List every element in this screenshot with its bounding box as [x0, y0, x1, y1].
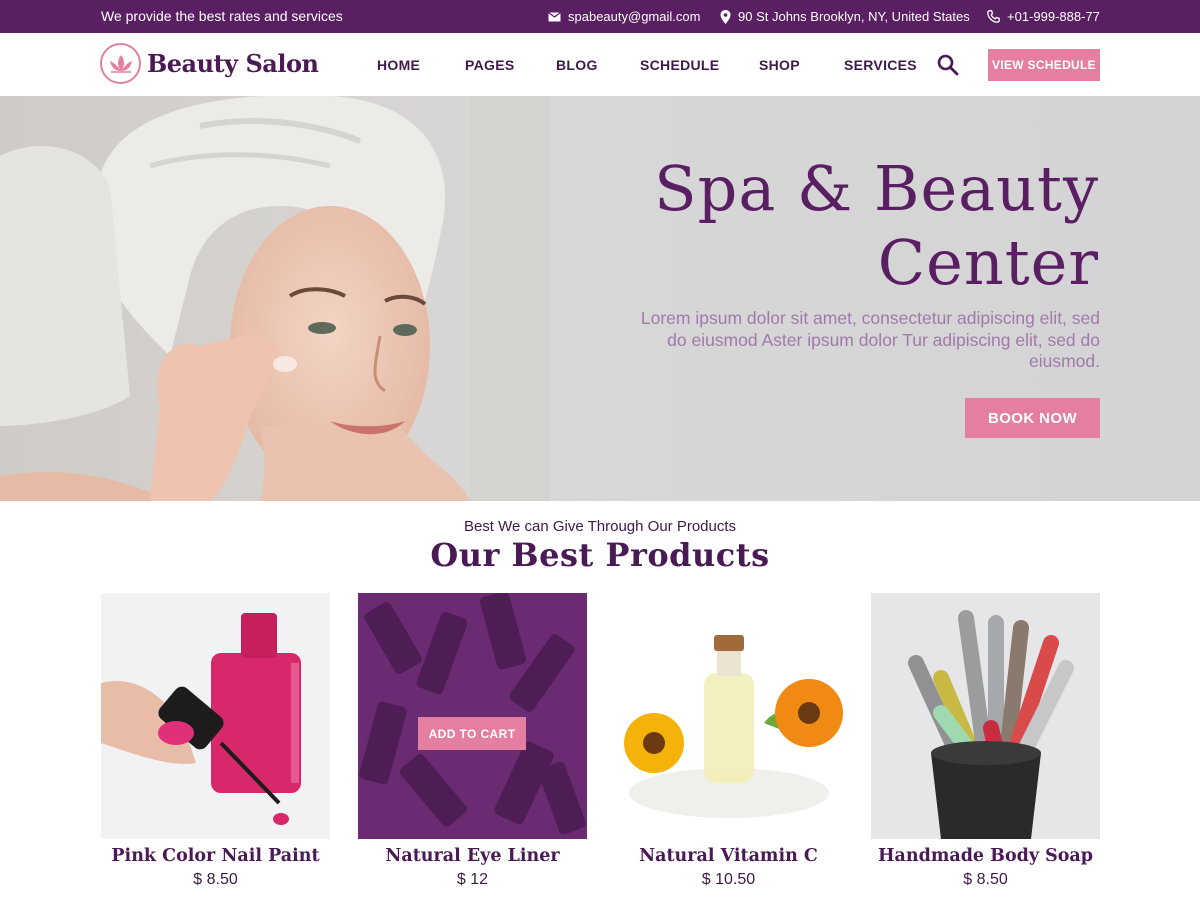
email-contact[interactable]: spabeauty@gmail.com [548, 9, 700, 24]
address-contact: 90 St Johns Brooklyn, NY, United States [720, 9, 970, 24]
nav-services[interactable]: SERVICES [844, 57, 917, 73]
product-name[interactable]: Handmade Body Soap [871, 846, 1100, 866]
product-card[interactable]: Pink Color Nail Paint $ 8.50 [101, 593, 330, 889]
product-name[interactable]: Natural Eye Liner [358, 846, 587, 866]
product-price: $ 10.50 [701, 871, 756, 888]
product-price: $ 8.50 [193, 871, 238, 888]
site-logo[interactable]: Beauty Salon [100, 43, 319, 84]
phone-text[interactable]: +01-999-888-77 [1007, 9, 1100, 24]
nav-pages[interactable]: PAGES [465, 57, 514, 73]
hero-title: Spa & Beauty Center [654, 152, 1099, 299]
main-header: Beauty Salon HOME PAGES BLOG SCHEDULE SH… [0, 33, 1200, 96]
nav-blog[interactable]: BLOG [556, 57, 598, 73]
mail-icon [548, 11, 561, 22]
nav-schedule[interactable]: SCHEDULE [640, 57, 719, 73]
lotus-logo-icon [100, 43, 141, 84]
nav-shop[interactable]: SHOP [759, 57, 800, 73]
view-schedule-button[interactable]: VIEW SCHEDULE [988, 49, 1100, 81]
tagline: We provide the best rates and services [101, 8, 343, 24]
product-image-vitamin-c[interactable] [614, 593, 843, 839]
location-pin-icon [720, 9, 731, 24]
product-image-body-soap[interactable] [871, 593, 1100, 839]
product-price: $ 12 [456, 871, 489, 888]
products-section-title: Our Best Products [430, 536, 770, 574]
product-card[interactable]: Handmade Body Soap $ 8.50 [871, 593, 1100, 889]
address-text: 90 St Johns Brooklyn, NY, United States [738, 9, 970, 24]
logo-text: Beauty Salon [147, 49, 319, 78]
phone-contact[interactable]: +01-999-888-77 [987, 9, 1100, 24]
hero-banner: Spa & Beauty Center Lorem ipsum dolor si… [0, 96, 1200, 501]
product-name[interactable]: Natural Vitamin C [614, 846, 843, 866]
products-eyebrow: Best We can Give Through Our Products [463, 518, 737, 535]
add-to-cart-button[interactable]: ADD TO CART [418, 717, 526, 750]
product-image-eye-liner[interactable]: ADD TO CART [358, 593, 587, 839]
email-text[interactable]: spabeauty@gmail.com [568, 9, 700, 24]
product-card[interactable]: ADD TO CART Natural Eye Liner $ 12 [358, 593, 587, 889]
top-info-bar: We provide the best rates and services s… [0, 0, 1200, 33]
hero-woman-image [0, 96, 640, 501]
hero-description: Lorem ipsum dolor sit amet, consectetur … [640, 308, 1100, 371]
product-price: $ 8.50 [963, 871, 1008, 888]
phone-icon [987, 10, 1000, 23]
nav-home[interactable]: HOME [377, 57, 420, 73]
search-icon[interactable] [937, 54, 959, 76]
product-image-nail-paint[interactable] [101, 593, 330, 839]
product-name[interactable]: Pink Color Nail Paint [101, 846, 330, 866]
book-now-button[interactable]: BOOK NOW [965, 398, 1100, 438]
product-card[interactable]: Natural Vitamin C $ 10.50 [614, 593, 843, 889]
